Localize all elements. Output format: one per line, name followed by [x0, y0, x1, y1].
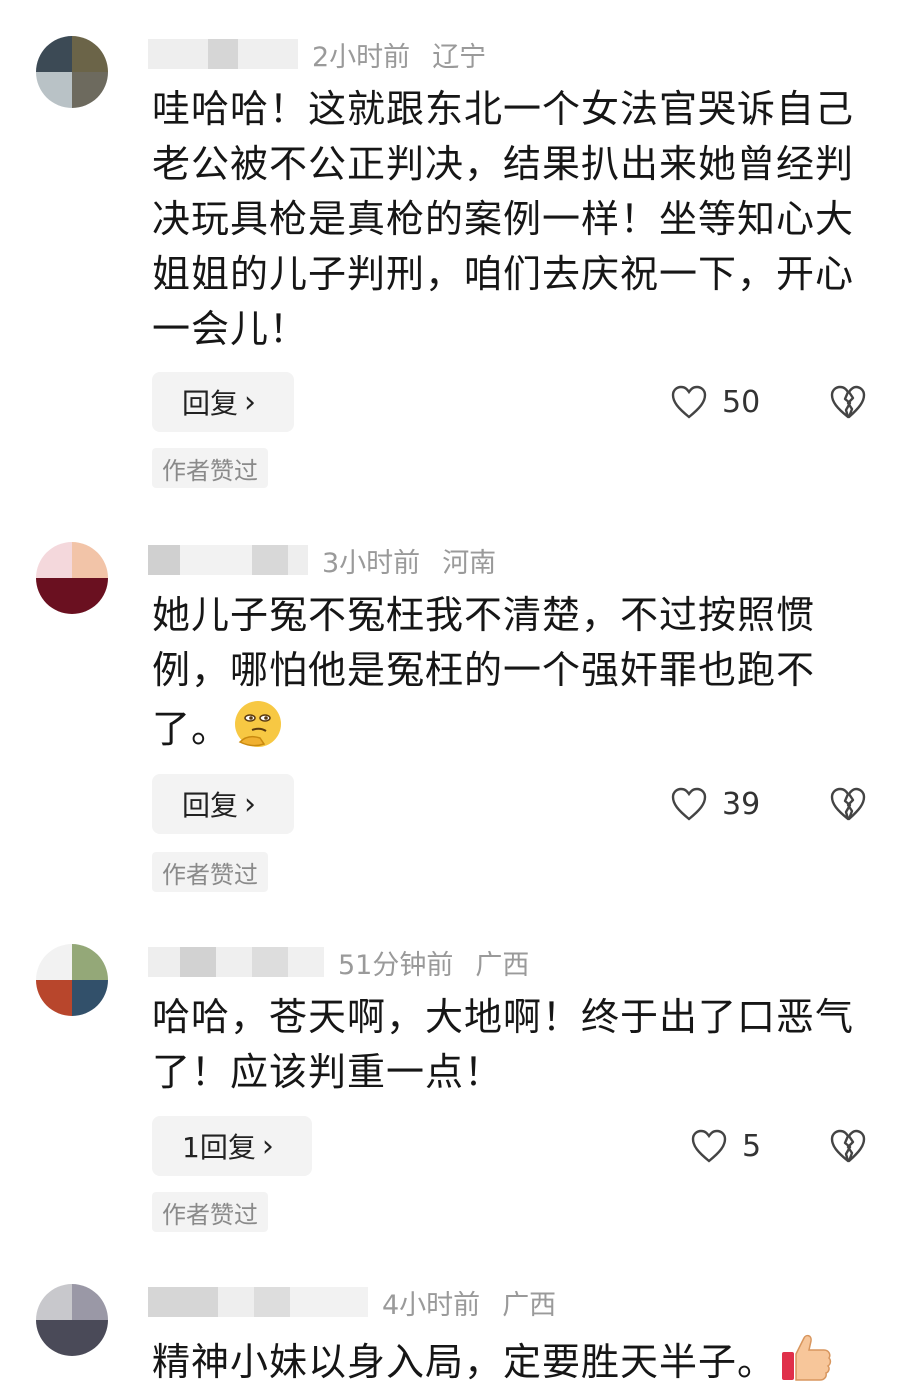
thumbs-up-emoji	[776, 1330, 834, 1399]
heart-outline-icon	[691, 1129, 727, 1163]
reply-button[interactable]: 1回复 ›	[152, 1116, 312, 1176]
comment-meta: 51分钟前 广西	[148, 944, 530, 981]
reply-label: 回复	[182, 789, 239, 822]
comment-meta: 4小时前 广西	[148, 1284, 557, 1321]
broken-heart-icon[interactable]	[828, 1126, 868, 1166]
comment-text: 哈哈，苍天啊，大地啊！终于出了口恶气了！应该判重一点！	[152, 995, 855, 1094]
reply-label: 回复	[182, 387, 239, 420]
broken-heart-icon[interactable]	[828, 784, 868, 824]
comment-meta: 3小时前 河南	[148, 542, 497, 579]
username-blurred[interactable]	[148, 1287, 368, 1317]
comment-meta: 2小时前 辽宁	[148, 36, 487, 73]
like-button[interactable]: 39	[670, 774, 760, 834]
comment-text: 精神小妹以身入局，定要胜天半子。	[152, 1330, 862, 1399]
comment-time: 4小时前	[382, 1289, 481, 1321]
avatar[interactable]	[36, 1284, 108, 1356]
comment-location: 辽宁	[432, 41, 487, 73]
comment-location: 广西	[502, 1289, 557, 1321]
username-blurred[interactable]	[148, 39, 298, 69]
comment-text: 哇哈哈！这就跟东北一个女法官哭诉自己老公被不公正判决，结果扒出来她曾经判决玩具枪…	[152, 87, 855, 351]
reply-button[interactable]: 回复 ›	[152, 774, 294, 834]
avatar[interactable]	[36, 944, 108, 1016]
like-button[interactable]: 50	[670, 372, 760, 432]
like-button[interactable]: 5	[690, 1116, 761, 1176]
comment-time: 2小时前	[312, 41, 411, 73]
broken-heart-icon[interactable]	[828, 382, 868, 422]
like-count: 39	[722, 786, 761, 822]
like-count: 50	[722, 384, 761, 420]
thinking-face-emoji	[230, 698, 286, 765]
author-liked-badge: 作者赞过	[152, 1192, 268, 1232]
comment-location: 广西	[475, 949, 530, 981]
username-blurred[interactable]	[148, 545, 308, 575]
chevron-right-icon: ›	[244, 786, 257, 822]
chevron-right-icon: ›	[244, 384, 257, 420]
heart-outline-icon	[671, 787, 707, 821]
comment-time: 3小时前	[322, 547, 421, 579]
username-blurred[interactable]	[148, 947, 324, 977]
author-liked-badge: 作者赞过	[152, 448, 268, 488]
reply-label: 1回复	[182, 1131, 256, 1164]
like-count: 5	[742, 1128, 762, 1164]
avatar[interactable]	[36, 542, 108, 614]
heart-outline-icon	[671, 385, 707, 419]
reply-button[interactable]: 回复 ›	[152, 372, 294, 432]
comment-time: 51分钟前	[338, 949, 454, 981]
author-liked-badge: 作者赞过	[152, 852, 268, 892]
avatar[interactable]	[36, 36, 108, 108]
comment-text: 她儿子冤不冤枉我不清楚，不过按照惯例，哪怕他是冤枉的一个强奸罪也跑不了。	[152, 588, 862, 765]
comment-text-body: 精神小妹以身入局，定要胜天半子。	[152, 1340, 777, 1384]
chevron-right-icon: ›	[261, 1128, 274, 1164]
comment-location: 河南	[442, 547, 497, 579]
